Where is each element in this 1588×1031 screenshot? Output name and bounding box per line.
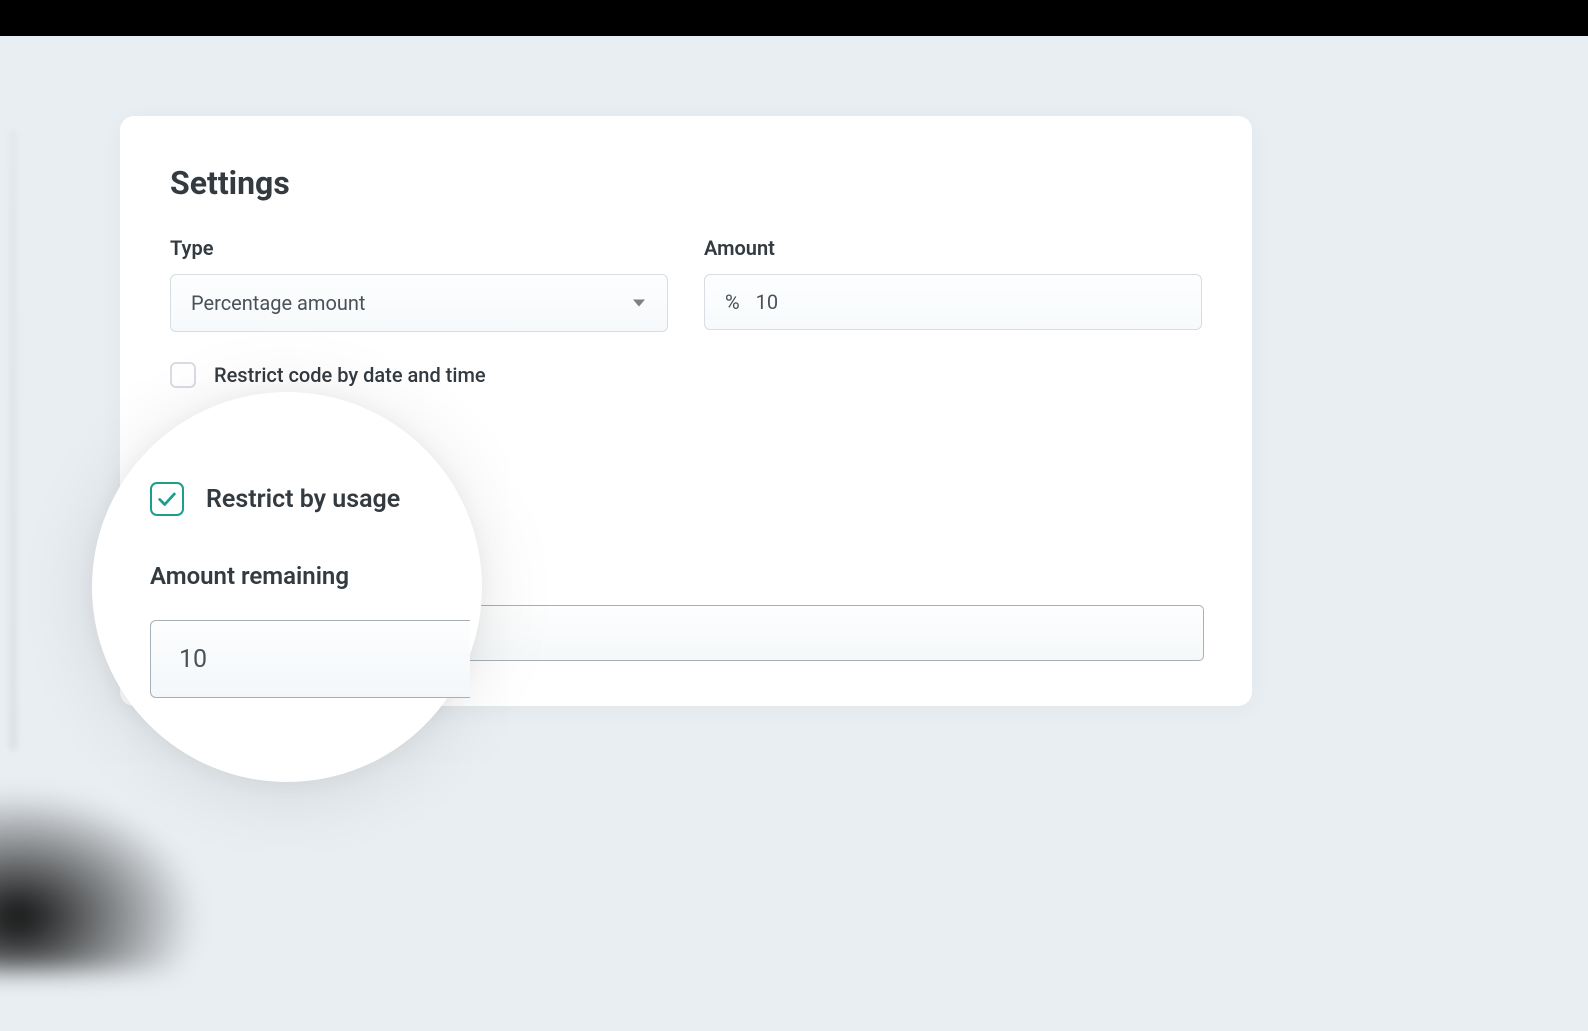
type-label: Type [170,236,668,260]
amount-remaining-input-zoom[interactable]: 10 [150,620,470,698]
amount-remaining-value-zoom: 10 [179,645,207,674]
amount-label: Amount [704,236,1202,260]
restrict-usage-label: Restrict by usage [206,485,400,514]
field-row: Type Percentage amount Amount % [170,236,1202,332]
type-select-value: Percentage amount [191,291,365,315]
amount-input-wrap[interactable]: % [704,274,1202,330]
zoom-lens-content: Restrict by usage Amount remaining [92,392,482,782]
type-select[interactable]: Percentage amount [170,274,668,332]
restrict-date-label: Restrict code by date and time [214,363,486,387]
amount-remaining-label: Amount remaining [150,562,482,590]
zoom-lens: Restrict by usage Amount remaining [92,392,482,782]
check-icon [156,488,178,510]
restrict-date-checkbox[interactable] [170,362,196,388]
type-field: Type Percentage amount [170,236,668,332]
restrict-date-row: Restrict code by date and time [170,362,1202,388]
restrict-usage-checkbox[interactable] [150,482,184,516]
settings-title: Settings [170,164,1202,202]
amount-prefix: % [725,290,740,314]
chevron-down-icon [633,300,645,307]
restrict-usage-row: Restrict by usage [150,482,482,516]
amount-field: Amount % [704,236,1202,332]
amount-input[interactable] [756,290,1181,314]
